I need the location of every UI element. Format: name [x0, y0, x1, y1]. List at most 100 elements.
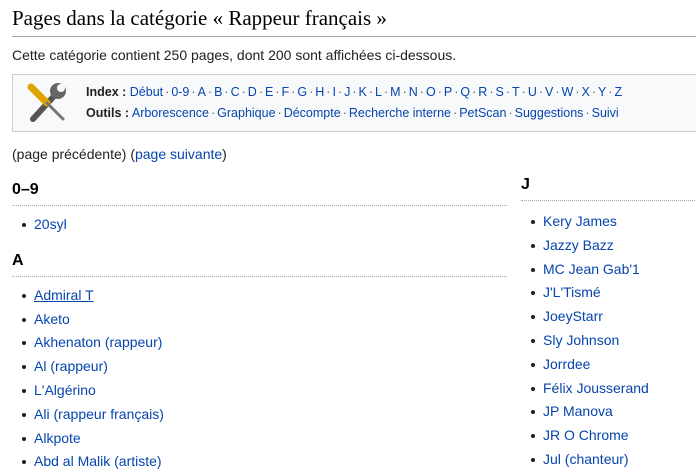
group-heading: J	[521, 176, 696, 201]
index-link[interactable]: B	[214, 85, 222, 99]
index-link[interactable]: N	[409, 85, 418, 99]
separator-dot: ·	[275, 85, 280, 99]
index-link[interactable]: F	[282, 85, 290, 99]
list-item: Akhenaton (rappeur)	[12, 332, 507, 356]
tools-link[interactable]: Suivi	[592, 106, 619, 120]
separator-dot: ·	[165, 85, 170, 99]
separator-dot: ·	[210, 106, 216, 120]
article-link[interactable]: MC Jean Gab'1	[543, 261, 640, 277]
tools-link[interactable]: Arborescence	[132, 106, 209, 120]
tools-link[interactable]: Recherche interne	[349, 106, 451, 120]
index-link[interactable]: O	[426, 85, 436, 99]
index-link[interactable]: D	[248, 85, 257, 99]
list-item: Alkpote	[12, 428, 507, 452]
article-link[interactable]: JoeyStarr	[543, 308, 603, 324]
group-0-9: 0–9 20syl	[12, 181, 507, 238]
article-link[interactable]: Jul (chanteur)	[543, 451, 629, 467]
separator-dot: ·	[326, 85, 331, 99]
index-link[interactable]: Y	[598, 85, 606, 99]
index-link[interactable]: I	[332, 85, 335, 99]
list-item: Al (rappeur)	[12, 356, 507, 380]
list-item: L'Algérino	[12, 380, 507, 404]
index-link[interactable]: U	[528, 85, 537, 99]
category-navbox: Index : Début · 0-9 · A · B · C · D · E · F · G · H · I · J · K ·…	[12, 74, 696, 132]
index-link[interactable]: 0-9	[171, 85, 189, 99]
tools-link[interactable]: Graphique	[217, 106, 275, 120]
article-link[interactable]: Kery James	[543, 213, 617, 229]
article-link[interactable]: 20syl	[34, 216, 67, 232]
separator-dot: ·	[555, 85, 560, 99]
separator-dot: ·	[352, 85, 357, 99]
separator-dot: ·	[342, 106, 347, 120]
index-link[interactable]: C	[231, 85, 240, 99]
prev-page-text: (page précédente)	[12, 146, 127, 162]
list-item: J'L'Tismé	[521, 282, 696, 306]
tools-link[interactable]: Décompte	[284, 106, 341, 120]
separator-dot: ·	[585, 106, 590, 120]
index-link[interactable]: X	[582, 85, 590, 99]
list-item: Aketo	[12, 309, 507, 333]
index-link[interactable]: H	[315, 85, 324, 99]
index-link[interactable]: R	[478, 85, 487, 99]
tools-link[interactable]: Suggestions	[515, 106, 584, 120]
list-item: Félix Jousserand	[521, 378, 696, 402]
index-link[interactable]: Q	[460, 85, 470, 99]
article-link[interactable]: Akhenaton (rappeur)	[34, 334, 162, 350]
separator-dot: ·	[575, 85, 580, 99]
index-link[interactable]: M	[390, 85, 400, 99]
list-item: Jorrdee	[521, 354, 696, 378]
group-list: Admiral T Aketo Akhenaton (rappeur) Al (rap…	[12, 285, 507, 475]
index-link[interactable]: S	[495, 85, 503, 99]
separator-dot: ·	[368, 85, 374, 99]
index-link[interactable]: V	[545, 85, 553, 99]
separator-dot: ·	[191, 85, 196, 99]
article-link[interactable]: L'Algérino	[34, 382, 96, 398]
list-item: Kery James	[521, 211, 696, 235]
index-link[interactable]: Z	[615, 85, 623, 99]
separator-dot: ·	[437, 85, 442, 99]
next-page-link[interactable]: page suivante	[135, 146, 222, 162]
article-link[interactable]: Admiral T	[34, 287, 94, 303]
separator-dot: ·	[508, 106, 513, 120]
article-link[interactable]: Al (rappeur)	[34, 358, 108, 374]
article-link[interactable]: Jazzy Bazz	[543, 237, 614, 253]
separator-dot: ·	[291, 85, 296, 99]
list-item: JP Manova	[521, 401, 696, 425]
index-label: Index :	[86, 85, 127, 99]
index-link[interactable]: W	[562, 85, 574, 99]
index-link[interactable]: T	[512, 85, 520, 99]
article-link[interactable]: JP Manova	[543, 403, 613, 419]
group-list: 20syl	[12, 214, 507, 238]
index-link[interactable]: E	[265, 85, 273, 99]
index-link[interactable]: G	[297, 85, 307, 99]
separator-dot: ·	[453, 106, 458, 120]
separator-dot: ·	[538, 85, 544, 99]
separator-dot: ·	[505, 85, 510, 99]
index-link[interactable]: J	[344, 85, 350, 99]
article-link[interactable]: J'L'Tismé	[543, 284, 601, 300]
separator-dot: ·	[337, 85, 343, 99]
list-item: Admiral T	[12, 285, 507, 309]
list-item: Jazzy Bazz	[521, 235, 696, 259]
article-link[interactable]: JR O Chrome	[543, 427, 629, 443]
group-a: A Admiral T Aketo Akhenaton (rappeur) Al (r…	[12, 252, 507, 475]
article-link[interactable]: Ali (rappeur français)	[34, 406, 164, 422]
left-column: 0–9 20syl A Admiral T Aketo Akhenaton (rap…	[12, 181, 507, 475]
separator-dot: ·	[402, 85, 407, 99]
tools-link[interactable]: PetScan	[459, 106, 506, 120]
article-link[interactable]: Jorrdee	[543, 356, 590, 372]
index-link[interactable]: Début	[130, 85, 163, 99]
index-link[interactable]: P	[444, 85, 452, 99]
separator-dot: ·	[277, 106, 282, 120]
index-link[interactable]: L	[375, 85, 382, 99]
pager-close: )	[222, 146, 227, 162]
article-link[interactable]: Sly Johnson	[543, 332, 619, 348]
article-link[interactable]: Félix Jousserand	[543, 380, 649, 396]
article-link[interactable]: Alkpote	[34, 430, 81, 446]
index-link[interactable]: K	[359, 85, 367, 99]
article-link[interactable]: Aketo	[34, 311, 70, 327]
wrench-screwdriver-icon	[25, 81, 71, 130]
separator-dot: ·	[591, 85, 597, 99]
index-link[interactable]: A	[198, 85, 206, 99]
list-item: Ali (rappeur français)	[12, 404, 507, 428]
